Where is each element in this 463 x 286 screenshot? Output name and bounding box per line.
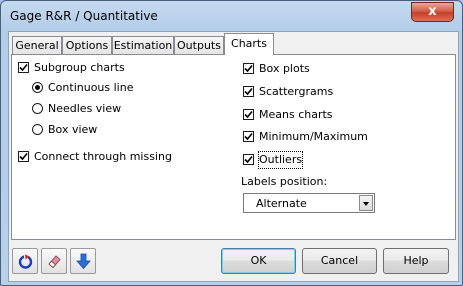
dialog-window: Gage R&R / Quantitative x General Option… — [0, 0, 463, 286]
ok-button[interactable]: OK — [221, 248, 296, 274]
tab-general[interactable]: General — [12, 36, 62, 55]
box-plots-label: Box plots — [259, 62, 310, 75]
checkmark-icon — [244, 132, 253, 141]
labels-position-select[interactable]: Alternate — [243, 193, 375, 213]
radio-circle — [32, 103, 43, 114]
labels-position-label: Labels position: — [241, 175, 328, 188]
checkmark-icon — [244, 155, 253, 164]
radio-circle — [32, 82, 43, 93]
eraser-icon — [48, 255, 61, 269]
window-title: Gage R&R / Quantitative — [10, 9, 158, 23]
scattergrams-label: Scattergrams — [259, 85, 334, 98]
checkmark-icon — [19, 63, 28, 72]
checkbox-box — [243, 154, 254, 165]
chevron-down-icon[interactable] — [359, 195, 373, 211]
checkmark-icon — [19, 152, 28, 161]
labels-position-value: Alternate — [256, 197, 307, 210]
tab-charts[interactable]: Charts — [224, 33, 274, 55]
dialog-client-area: General Options Estimation Outputs Chart… — [8, 31, 459, 282]
radio-label: Box view — [48, 123, 98, 136]
tab-estimation[interactable]: Estimation — [112, 36, 174, 55]
minimum-maximum-label: Minimum/Maximum — [259, 130, 368, 143]
radio-label: Needles view — [48, 102, 122, 115]
charts-tab-panel: Subgroup charts Continuous line Needles … — [11, 54, 456, 240]
means-charts-label: Means charts — [259, 108, 333, 121]
title-bar[interactable]: Gage R&R / Quantitative x — [1, 1, 462, 31]
checkbox-box — [243, 86, 254, 97]
radio-label: Continuous line — [48, 81, 134, 94]
download-arrow-icon — [76, 253, 91, 270]
cancel-button[interactable]: Cancel — [302, 248, 377, 274]
reset-button[interactable] — [12, 248, 38, 274]
checkbox-box — [243, 63, 254, 74]
checkbox-box — [243, 131, 254, 142]
checkbox-box — [243, 109, 254, 120]
radio-circle — [32, 124, 43, 135]
help-button[interactable]: Help — [383, 248, 449, 274]
tab-outputs[interactable]: Outputs — [174, 36, 224, 55]
tab-options[interactable]: Options — [62, 36, 112, 55]
checkmark-icon — [244, 110, 253, 119]
eraser-button[interactable] — [41, 248, 67, 274]
outliers-label: Outliers — [257, 151, 304, 169]
checkbox-box — [18, 151, 29, 162]
close-button[interactable]: x — [411, 2, 454, 22]
reset-icon — [18, 254, 33, 269]
subgroup-charts-label: Subgroup charts — [34, 61, 125, 74]
checkmark-icon — [244, 87, 253, 96]
checkmark-icon — [244, 64, 253, 73]
checkbox-box — [18, 62, 29, 73]
connect-through-missing-label: Connect through missing — [34, 150, 172, 163]
download-button[interactable] — [70, 248, 96, 274]
